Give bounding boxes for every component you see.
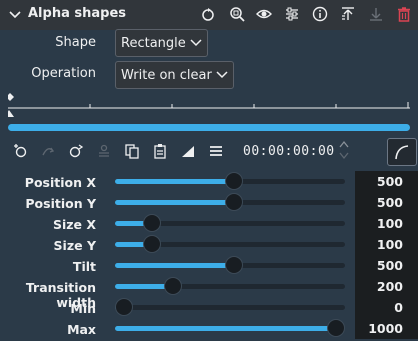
- shape-dropdown[interactable]: Rectangle: [115, 29, 208, 57]
- param-label: Position Y: [25, 196, 96, 211]
- param-slider[interactable]: [115, 235, 345, 253]
- curve-icon: [395, 145, 409, 160]
- param-slider[interactable]: [115, 172, 345, 190]
- keyframe-marker-icon: [8, 93, 14, 101]
- eye-icon[interactable]: [256, 6, 272, 22]
- slider-fill: [115, 326, 336, 331]
- copy-icon[interactable]: [124, 143, 140, 159]
- chevron-down-icon: [216, 71, 228, 79]
- param-label: Size X: [52, 217, 96, 232]
- param-value-field[interactable]: 0: [355, 297, 418, 318]
- param-value-field[interactable]: 200: [355, 276, 418, 297]
- curve-mode-button[interactable]: [387, 138, 417, 166]
- delete-icon[interactable]: [396, 6, 412, 22]
- param-label: Min: [70, 301, 96, 316]
- ramp-icon[interactable]: [180, 143, 196, 159]
- paste-icon[interactable]: [152, 143, 168, 159]
- playhead-icon: [8, 110, 14, 117]
- param-slider[interactable]: [115, 277, 345, 295]
- remove-keyframe-icon: [42, 147, 55, 156]
- slider-handle[interactable]: [115, 298, 133, 316]
- reset-icon[interactable]: [200, 6, 216, 22]
- next-keyframe-icon[interactable]: [68, 143, 84, 159]
- shape-label: Shape: [55, 35, 96, 50]
- chevron-down-icon[interactable]: [8, 8, 22, 22]
- timecode-spinner-icon[interactable]: [338, 140, 350, 160]
- move-up-icon[interactable]: [340, 6, 356, 22]
- param-value-field[interactable]: 100: [355, 234, 418, 255]
- slider-fill: [115, 179, 234, 184]
- slider-fill: [115, 263, 234, 268]
- slider-handle[interactable]: [143, 235, 161, 253]
- chevron-down-icon: [190, 39, 202, 47]
- slider-handle[interactable]: [225, 256, 243, 274]
- shape-value: Rectangle: [121, 36, 186, 51]
- slider-handle[interactable]: [143, 214, 161, 232]
- param-value-field[interactable]: 100: [355, 213, 418, 234]
- menu-icon[interactable]: [208, 143, 224, 159]
- align-keyframe-icon: [99, 144, 109, 157]
- slider-handle[interactable]: [164, 277, 182, 295]
- effect-header: Alpha shapes: [0, 0, 418, 30]
- param-label: Tilt: [72, 259, 96, 274]
- move-down-icon: [370, 8, 382, 21]
- param-label: Size Y: [53, 238, 96, 253]
- settings-icon[interactable]: [284, 6, 300, 22]
- add-keyframe-icon[interactable]: [12, 143, 28, 159]
- timecode-field[interactable]: 00:00:00:00: [243, 144, 335, 159]
- zoom-icon[interactable]: [229, 6, 245, 22]
- operation-dropdown[interactable]: Write on clear: [115, 61, 234, 89]
- param-value-field[interactable]: 500: [355, 171, 418, 192]
- param-slider[interactable]: [115, 319, 345, 337]
- slider-handle[interactable]: [225, 193, 243, 211]
- param-value-field[interactable]: 500: [355, 255, 418, 276]
- slider-fill: [115, 200, 234, 205]
- timeline-playbar[interactable]: [8, 124, 410, 131]
- operation-label: Operation: [31, 66, 96, 81]
- param-label: Max: [67, 322, 96, 337]
- param-label: Position X: [24, 175, 96, 190]
- effect-title: Alpha shapes: [28, 6, 127, 21]
- keyframe-ruler[interactable]: [8, 92, 410, 122]
- param-slider[interactable]: [115, 298, 345, 316]
- param-slider[interactable]: [115, 193, 345, 211]
- info-icon[interactable]: [312, 6, 328, 22]
- param-slider[interactable]: [115, 214, 345, 232]
- operation-value: Write on clear: [121, 68, 212, 83]
- param-value-field[interactable]: 1000: [355, 318, 418, 339]
- slider-handle[interactable]: [225, 172, 243, 190]
- param-slider[interactable]: [115, 256, 345, 274]
- slider-handle[interactable]: [327, 319, 345, 337]
- param-value-field[interactable]: 500: [355, 192, 418, 213]
